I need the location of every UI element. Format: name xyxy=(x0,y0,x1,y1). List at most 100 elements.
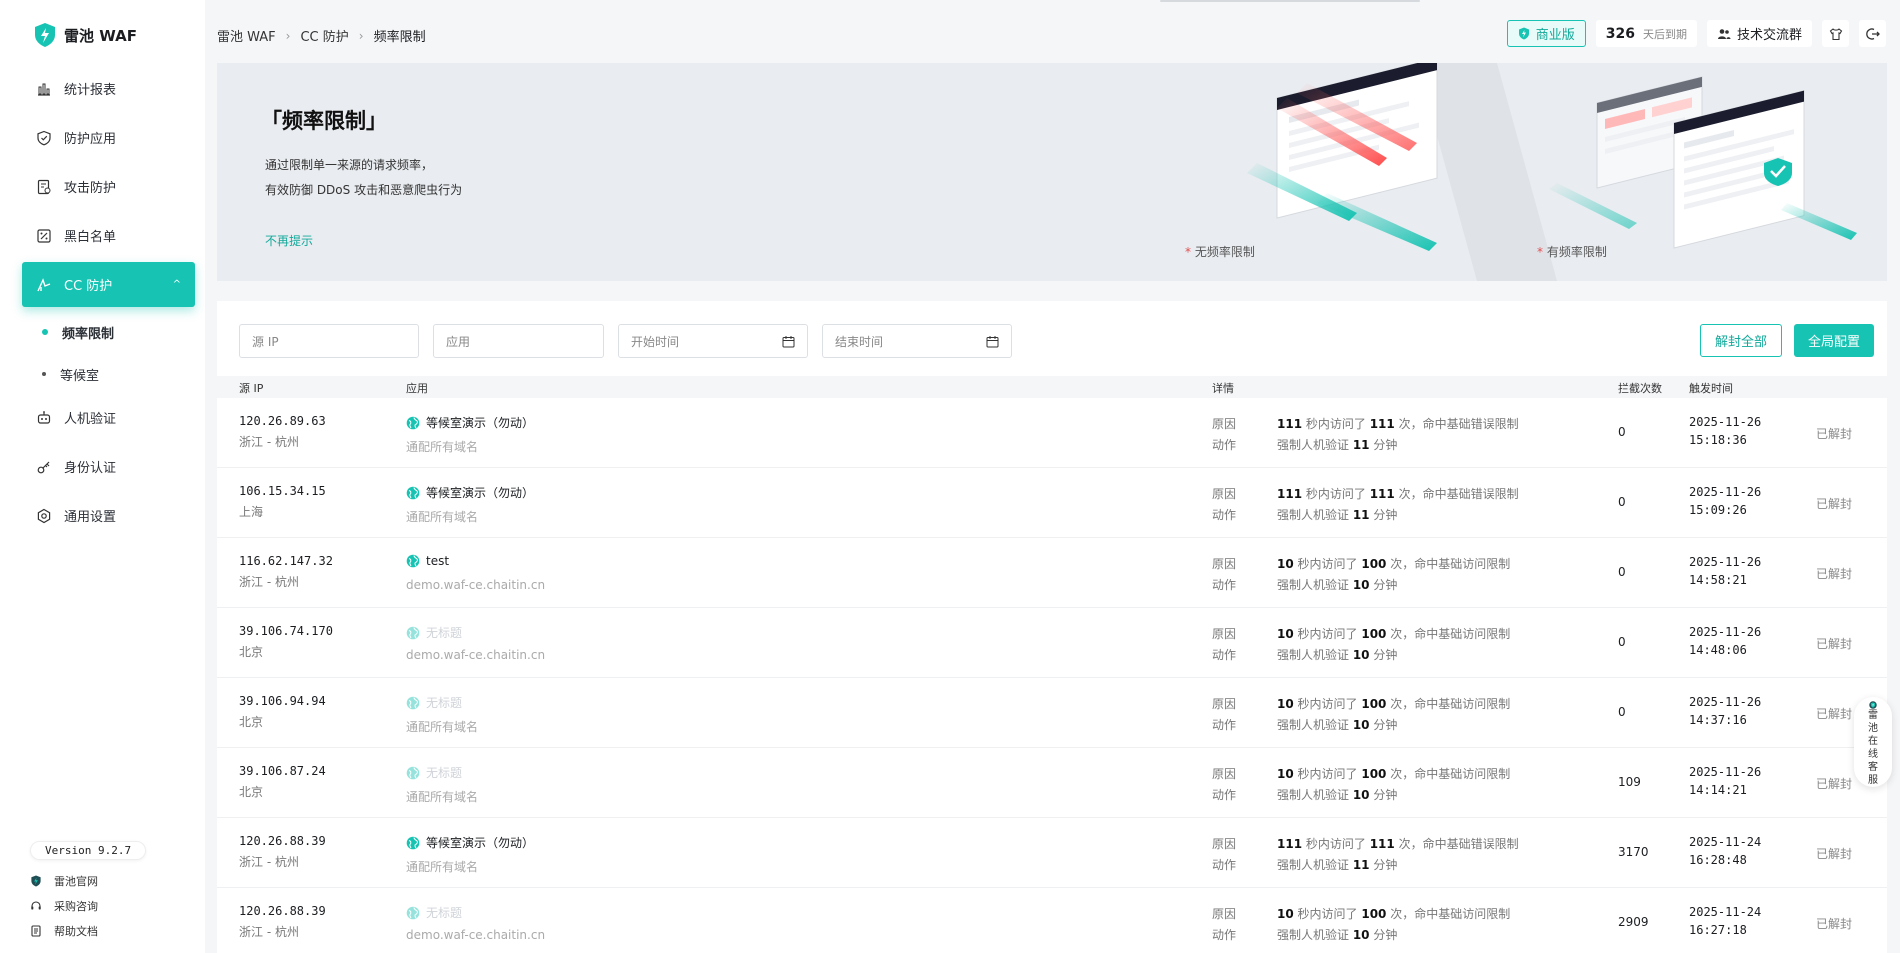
edition-badge[interactable]: 商业版 xyxy=(1506,20,1586,47)
reason-count: 111 xyxy=(1369,837,1395,851)
shirt-button[interactable] xyxy=(1822,20,1849,47)
sidebar-item-items_after-0[interactable]: 人机验证 xyxy=(22,395,195,440)
action-text-1: 强制人机验证 xyxy=(1277,648,1353,662)
online-support-button[interactable]: 雷池在线客服 xyxy=(1854,697,1892,787)
breadcrumb-item-cc[interactable]: CC 防护 xyxy=(300,26,348,45)
col-block-count: 拦截次数 xyxy=(1618,382,1662,395)
app-name: 等候室演示（勿动） xyxy=(426,416,535,430)
action-minutes: 11 xyxy=(1352,858,1370,872)
leichi-logo-icon xyxy=(35,23,55,47)
table-header: 源 IP 应用 详情 拦截次数 触发时间 xyxy=(217,376,1887,398)
source-ip-input[interactable]: 源 IP xyxy=(239,324,419,358)
action-label: 动作 xyxy=(1212,788,1237,802)
unblock-status: 已解封 xyxy=(1816,497,1853,511)
sidebar-subitem-0[interactable]: 频率限制 xyxy=(22,311,195,353)
col-source-ip: 源 IP xyxy=(239,382,264,395)
headset-icon xyxy=(30,900,42,912)
leichi-logo-icon xyxy=(30,874,42,887)
brand-logo[interactable]: 雷池 WAF xyxy=(34,22,137,48)
breadcrumb-item-current: 频率限制 xyxy=(373,30,426,45)
source-ip[interactable]: 39.106.94.94 xyxy=(239,694,326,708)
block-count: 0 xyxy=(1618,565,1626,579)
trigger-time: 15:18:36 xyxy=(1689,433,1747,447)
app-name: 等候室演示（勿动） xyxy=(426,836,535,850)
source-ip[interactable]: 120.26.88.39 xyxy=(239,834,326,848)
sidebar-item-label: 身份认证 xyxy=(64,461,117,476)
doc-icon xyxy=(30,924,42,937)
reason-seconds: 10 xyxy=(1277,557,1294,571)
unblock-all-button[interactable]: 解封全部 xyxy=(1700,324,1782,357)
sidebar-item-items-1[interactable]: 防护应用 xyxy=(22,115,195,160)
action-text: 强制人机验证 10 分钟 xyxy=(1277,926,1397,943)
online-support-label: 雷池在线客服 xyxy=(1868,710,1878,786)
reason-text-1: 秒内访问了 xyxy=(1302,487,1370,501)
source-ip[interactable]: 120.26.89.63 xyxy=(239,414,326,428)
app-cell[interactable]: 等候室演示（勿动） xyxy=(406,484,534,501)
app-name: 无标题 xyxy=(426,626,463,640)
table-row[interactable]: 39.106.74.170 北京 无标题 demo.waf-ce.chaitin.cn… xyxy=(217,608,1887,678)
reason-count: 100 xyxy=(1361,697,1387,711)
block-count: 2909 xyxy=(1618,915,1649,929)
table-row[interactable]: 120.26.89.63 浙江 - 杭州 等候室演示（勿动） 通配所有域名 原因 动作 11… xyxy=(217,398,1887,468)
source-ip[interactable]: 106.15.34.15 xyxy=(239,484,326,498)
sidebar-item-items_after-2[interactable]: 通用设置 xyxy=(22,493,195,538)
app-cell[interactable]: 无标题 xyxy=(406,624,462,641)
footer-link-1[interactable]: 采购咨询 xyxy=(30,893,98,918)
list-icon xyxy=(36,228,52,244)
start-time-picker[interactable]: 开始时间 xyxy=(618,324,808,358)
action-text: 强制人机验证 10 分钟 xyxy=(1277,716,1397,733)
sidebar-item-label: 统计报表 xyxy=(64,83,117,98)
app-domain: 通配所有域名 xyxy=(406,510,479,524)
app-cell[interactable]: 无标题 xyxy=(406,904,462,921)
footer-link-0[interactable]: 雷池官网 xyxy=(30,868,98,893)
settings-icon xyxy=(36,508,52,524)
app-cell[interactable]: test xyxy=(406,554,449,568)
app-cell[interactable]: 等候室演示（勿动） xyxy=(406,414,534,431)
table-row[interactable]: 39.106.87.24 北京 无标题 通配所有域名 原因 动作 10 秒内访问了 100 … xyxy=(217,748,1887,818)
source-ip[interactable]: 39.106.87.24 xyxy=(239,764,326,778)
action-text-2: 分钟 xyxy=(1369,508,1398,522)
breadcrumb-item-home[interactable]: 雷池 WAF xyxy=(217,26,276,45)
dismiss-banner-link[interactable]: 不再提示 xyxy=(265,232,313,249)
table-row[interactable]: 116.62.147.32 浙江 - 杭州 test demo.waf-ce.chai… xyxy=(217,538,1887,608)
global-config-button[interactable]: 全局配置 xyxy=(1794,324,1874,357)
reason-text-2: 次，命中基础访问限制 xyxy=(1386,767,1511,781)
reason-text: 10 秒内访问了 100 次，命中基础访问限制 xyxy=(1277,695,1510,712)
app-cell[interactable]: 无标题 xyxy=(406,764,462,781)
sidebar-item-items-2[interactable]: 攻击防护 xyxy=(22,164,195,209)
top-scrollbar[interactable] xyxy=(1160,0,1420,2)
sidebar-subitem-label: 等候室 xyxy=(60,368,100,384)
action-text: 强制人机验证 10 分钟 xyxy=(1277,786,1397,803)
footer-link-2[interactable]: 帮助文档 xyxy=(30,918,98,943)
sidebar-nav: 统计报表防护应用 攻击防护 黑白名单 CC 防护 ^ 频率限制等候室人机验证身份认证通用设… xyxy=(22,66,195,542)
reason-text-1: 秒内访问了 xyxy=(1302,417,1370,431)
app-cell[interactable]: 无标题 xyxy=(406,694,462,711)
sidebar-item-items-0[interactable]: 统计报表 xyxy=(22,66,195,111)
action-label: 动作 xyxy=(1212,928,1237,942)
sidebar-item-items_after-1[interactable]: 身份认证 xyxy=(22,444,195,489)
end-time-picker[interactable]: 结束时间 xyxy=(822,324,1012,358)
logout-button[interactable] xyxy=(1859,20,1886,47)
app-name: 无标题 xyxy=(426,696,463,710)
sidebar-item-items-4[interactable]: CC 防护 ^ xyxy=(22,262,195,307)
table-row[interactable]: 120.26.88.39 浙江 - 杭州 等候室演示（勿动） 通配所有域名 原因 动作 11… xyxy=(217,818,1887,888)
table-row[interactable]: 39.106.94.94 北京 无标题 通配所有域名 原因 动作 10 秒内访问了 100 … xyxy=(217,678,1887,748)
table-row[interactable]: 106.15.34.15 上海 等候室演示（勿动） 通配所有域名 原因 动作 111 秒内访… xyxy=(217,468,1887,538)
shield-icon xyxy=(36,130,52,146)
app-domain: 通配所有域名 xyxy=(406,860,479,874)
source-ip[interactable]: 39.106.74.170 xyxy=(239,624,333,638)
breadcrumb: 雷池 WAF › CC 防护 › 频率限制 xyxy=(217,26,426,46)
source-ip[interactable]: 120.26.88.39 xyxy=(239,904,326,918)
table-row[interactable]: 120.26.88.39 浙江 - 杭州 无标题 demo.waf-ce.chaiti… xyxy=(217,888,1887,953)
reason-label: 原因 xyxy=(1212,417,1237,431)
reason-text-2: 次，命中基础访问限制 xyxy=(1386,557,1511,571)
reason-seconds: 111 xyxy=(1277,417,1303,431)
community-button[interactable]: 技术交流群 xyxy=(1706,20,1812,47)
sidebar-item-items-3[interactable]: 黑白名单 xyxy=(22,213,195,258)
document-shield-icon xyxy=(36,179,52,195)
app-select[interactable]: 应用 xyxy=(433,324,604,358)
reason-count: 111 xyxy=(1369,487,1395,501)
source-ip[interactable]: 116.62.147.32 xyxy=(239,554,333,568)
app-cell[interactable]: 等候室演示（勿动） xyxy=(406,834,534,851)
sidebar-subitem-1[interactable]: 等候室 xyxy=(22,353,195,395)
